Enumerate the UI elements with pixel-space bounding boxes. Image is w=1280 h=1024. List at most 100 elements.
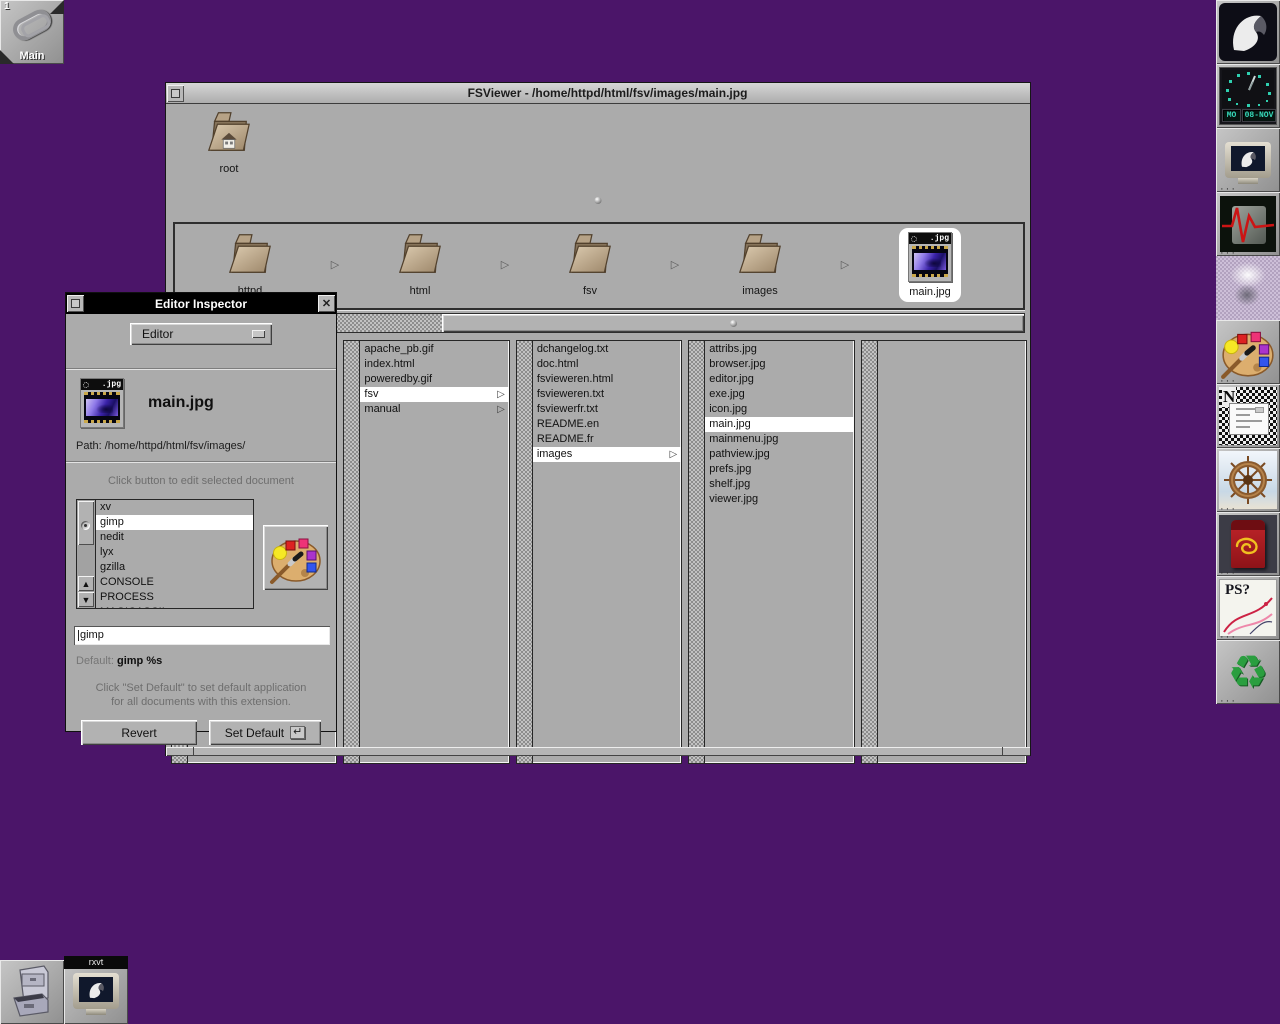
editor-command-input[interactable]: gimp [74,626,330,645]
resize-handle-middle[interactable] [194,747,1002,756]
scrollbar-knob[interactable] [442,314,1024,332]
list-item-index.html[interactable]: index.html [360,357,508,372]
close-icon[interactable]: ✕ [318,295,335,312]
file-name: fsviewerfr.txt [537,402,598,417]
column-scrollbar[interactable] [862,341,878,763]
path-item-fsv[interactable]: fsv [515,230,665,299]
path-item-main.jpg[interactable]: .jpg main.jpg [855,230,1005,300]
file-name: prefs.jpg [709,462,751,477]
fsviewer-appicon[interactable] [0,960,64,1024]
default-command-line: Default: gimp %s [76,655,162,667]
list-item-attribs.jpg[interactable]: attribs.jpg [705,342,853,357]
jpg-thumbnail-film [84,392,120,423]
workspace-clip[interactable]: 1 Main [0,0,64,64]
list-item-apache_pb.gif[interactable]: apache_pb.gif [360,342,508,357]
file-name: main.jpg [709,417,751,432]
inspector-mode-popup[interactable]: Editor [130,323,272,345]
dock-tile-wmaker[interactable] [1216,0,1280,64]
dock-tile-clock[interactable]: MO 08-NOV [1216,64,1280,128]
dock-tile-gimp[interactable]: ··· [1216,320,1280,384]
shelf-item-root[interactable]: root [194,108,264,177]
editor-item-PROCESS[interactable]: PROCESS [96,590,253,605]
list-item-fsvieweren.txt[interactable]: fsvieweren.txt [533,387,681,402]
inspector-body: Editor .jpg main.jpg Path: /home/httpd/h… [66,314,336,731]
list-item-fsviewerfr.txt[interactable]: fsviewerfr.txt [533,402,681,417]
edit-with-gimp-button[interactable] [263,525,328,590]
list-item-prefs.jpg[interactable]: prefs.jpg [705,462,853,477]
rxvt-appicon[interactable]: rxvt [64,956,128,1024]
list-item-icon.jpg[interactable]: icon.jpg [705,402,853,417]
column-scrollbar[interactable] [517,341,533,763]
browser-column-4 [861,340,1027,764]
list-item-viewer.jpg[interactable]: viewer.jpg [705,492,853,507]
list-item-fsvieweren.html[interactable]: fsvieweren.html [533,372,681,387]
editor-name: CONSOLE [100,575,154,590]
popup-label: Editor [142,327,173,341]
list-item-main.jpg[interactable]: main.jpg [705,417,853,432]
list-item-exe.jpg[interactable]: exe.jpg [705,387,853,402]
list-item-poweredby.gif[interactable]: poweredby.gif [360,372,508,387]
inspector-title: Editor Inspector [85,297,317,311]
path-item-html[interactable]: html [345,230,495,299]
folder-icon [396,230,444,276]
set-default-button[interactable]: Set Default ↵ [209,720,321,745]
postscript-viewer-icon: PS? [1219,579,1277,637]
miniaturize-button[interactable] [167,85,184,102]
column-scrollbar[interactable] [344,341,360,763]
dock-tile-psviewer[interactable]: PS? ··· [1216,576,1280,640]
windowmaker-logo-icon [1219,3,1277,61]
list-item-images[interactable]: images▷ [533,447,681,462]
editor-item-nedit[interactable]: nedit [96,530,253,545]
scroll-up-icon[interactable]: ▲ [78,576,94,591]
dock-tile-terminal[interactable]: ··· [1216,128,1280,192]
list-item-manual[interactable]: manual▷ [360,402,508,417]
resize-handle-right[interactable] [1002,747,1030,756]
shelf-resize-dimple[interactable] [595,197,602,204]
list-item-mainmenu.jpg[interactable]: mainmenu.jpg [705,432,853,447]
dock-tile-mailbox[interactable]: ··· [1216,512,1280,576]
dock-tile-helm[interactable]: ··· [1216,448,1280,512]
dock-tile-monitor-app[interactable]: ··· [1216,192,1280,256]
list-item-shelf.jpg[interactable]: shelf.jpg [705,477,853,492]
list-item-dchangelog.txt[interactable]: dchangelog.txt [533,342,681,357]
file-name: viewer.jpg [709,492,758,507]
dock-tile-recycler[interactable]: ♻ ··· [1216,640,1280,704]
swirl-icon [911,236,917,242]
editor-item-MAGICASCII[interactable]: MAGICASCII [96,605,253,609]
list-item-doc.html[interactable]: doc.html [533,357,681,372]
scroll-down-icon[interactable]: ▼ [78,592,94,607]
path-item-images[interactable]: images [685,230,835,299]
revert-button[interactable]: Revert [81,720,197,745]
inspected-file-path: Path: /home/httpd/html/fsv/images/ [76,440,245,452]
inspector-titlebar[interactable]: Editor Inspector ✕ [66,293,336,314]
list-item-editor.jpg[interactable]: editor.jpg [705,372,853,387]
editor-item-lyx[interactable]: lyx [96,545,253,560]
file-name: dchangelog.txt [537,342,609,357]
fsviewer-titlebar[interactable]: FSViewer - /home/httpd/html/fsv/images/m… [166,83,1030,104]
path-item-label: main.jpg [906,286,954,298]
workspace-number: 1 [4,1,10,12]
dock-tile-mail[interactable]: N ··· [1216,384,1280,448]
editor-item-gimp[interactable]: gimp [96,515,253,530]
editor-item-gzilla[interactable]: gzilla [96,560,253,575]
list-item-pathview.jpg[interactable]: pathview.jpg [705,447,853,462]
resize-handle-left[interactable] [166,747,194,756]
editor-item-CONSOLE[interactable]: CONSOLE [96,575,253,590]
column-scrollbar[interactable] [689,341,705,763]
dock-tile-dithered[interactable] [1216,256,1280,320]
miniaturize-button[interactable] [67,295,84,312]
list-item-browser.jpg[interactable]: browser.jpg [705,357,853,372]
window-resize-bar[interactable] [166,747,1030,756]
default-editor-radio[interactable] [81,521,90,530]
list-item-README.en[interactable]: README.en [533,417,681,432]
list-item-README.fr[interactable]: README.fr [533,432,681,447]
root-folder-icon [205,108,253,154]
list-item-fsv[interactable]: fsv▷ [360,387,508,402]
clip-next-workspace-icon[interactable] [50,0,64,14]
jpg-thumbnail-film [912,246,948,277]
branch-arrow-icon: ▷ [497,402,505,417]
editor-item-xv[interactable]: xv [96,500,253,515]
path-branch-arrow-icon: ▷ [835,230,855,271]
path-item-httpd[interactable]: httpd [175,230,325,299]
editor-list-scrollbar[interactable]: ▲ ▼ [77,500,96,608]
